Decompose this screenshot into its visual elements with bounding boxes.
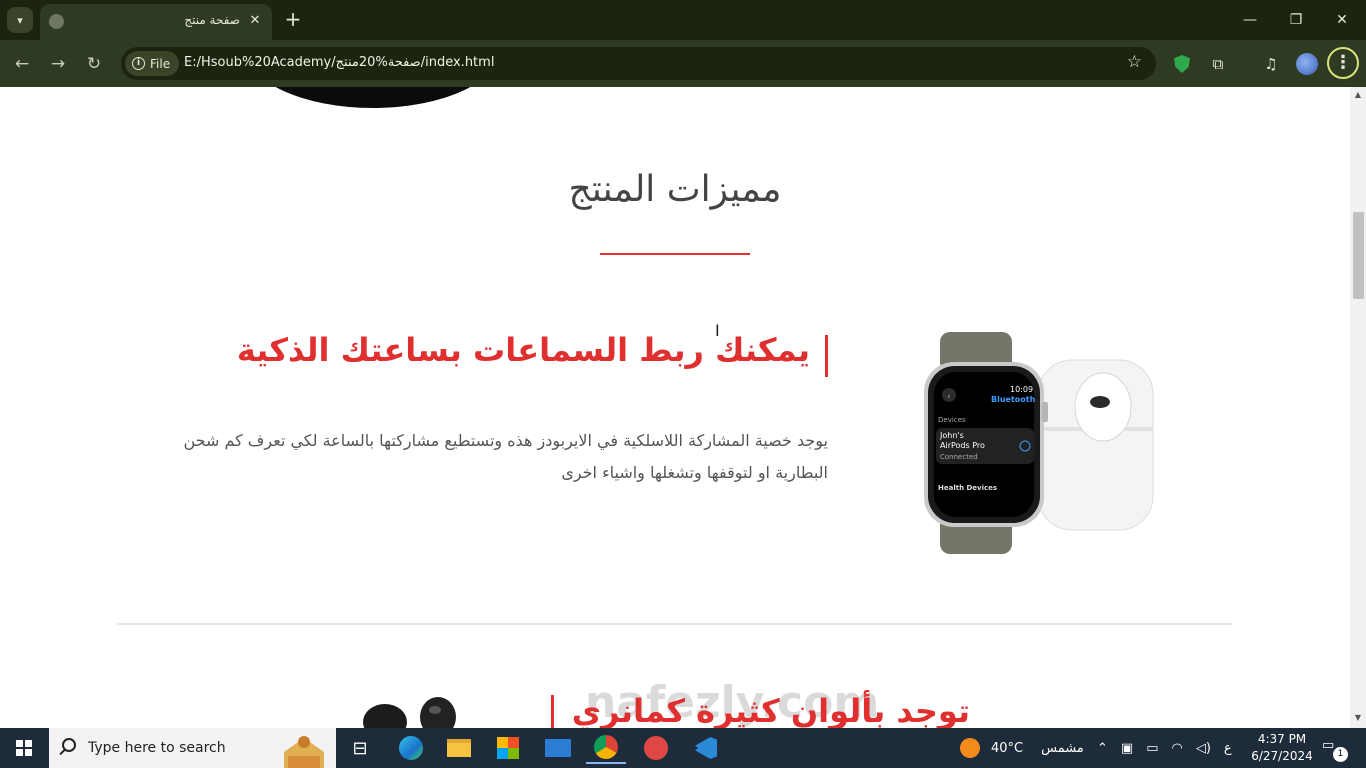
search-highlight-image bbox=[276, 730, 332, 768]
feature-accent-bar bbox=[825, 335, 828, 377]
scroll-thumb[interactable] bbox=[1353, 212, 1364, 299]
profile-button[interactable] bbox=[1295, 52, 1319, 76]
text-cursor-icon: I bbox=[715, 321, 720, 340]
globe-icon bbox=[49, 14, 64, 29]
product-image-bottom bbox=[244, 87, 502, 108]
task-view-button[interactable]: ⊟ bbox=[340, 732, 380, 764]
taskbar: Type here to search ⊟ 40°C مشمس ⌃ ▣ ▭ ◠ … bbox=[0, 728, 1366, 768]
system-tray: ⌃ ▣ ▭ ◠ ◁) ع bbox=[1097, 728, 1232, 768]
title-underline bbox=[600, 253, 750, 255]
watch-section: Devices bbox=[938, 416, 966, 424]
media-control-button[interactable]: ♫ bbox=[1259, 52, 1283, 76]
avatar bbox=[1296, 53, 1318, 75]
watch-title: Bluetooth bbox=[991, 395, 1036, 404]
file-label: File bbox=[150, 56, 171, 71]
weather-desc: مشمس bbox=[1041, 740, 1084, 756]
restore-button[interactable]: ❐ bbox=[1274, 6, 1318, 34]
edge-app[interactable] bbox=[391, 732, 431, 764]
meet-now-icon[interactable]: ▣ bbox=[1121, 741, 1133, 756]
watch-airpods-image: ‹ 10:09 Bluetooth Devices John's AirPods… bbox=[924, 332, 1154, 554]
volume-icon[interactable]: ◁) bbox=[1196, 741, 1211, 756]
address-bar[interactable]: i File E:/Hsoub%20Academy/صفحة%20منتج/in… bbox=[121, 47, 1156, 80]
forward-button[interactable]: → bbox=[44, 50, 72, 78]
tab-title: صفحة منتج bbox=[184, 13, 240, 27]
app-pinned[interactable] bbox=[636, 732, 676, 764]
vscode-app[interactable] bbox=[686, 732, 726, 764]
windows-icon bbox=[16, 740, 32, 756]
app-icon bbox=[644, 736, 668, 760]
new-tab-button[interactable]: + bbox=[282, 8, 304, 30]
close-window-button[interactable]: ✕ bbox=[1320, 6, 1364, 34]
site-info-button[interactable]: i File bbox=[125, 51, 180, 76]
feature-description: يوجد خصية المشاركة اللاسلكية في الايربود… bbox=[183, 431, 828, 482]
feature2-heading: توجد بألوان كثيرة كمانري bbox=[571, 692, 970, 728]
media-icon: ♫ bbox=[1264, 55, 1278, 73]
browser-toolbar: ← → ↻ i File E:/Hsoub%20Academy/صفحة%20م… bbox=[0, 40, 1366, 87]
search-placeholder: Type here to search bbox=[88, 740, 226, 756]
vscode-icon bbox=[695, 737, 717, 759]
mail-app[interactable] bbox=[538, 732, 578, 764]
weather-widget[interactable]: 40°C مشمس bbox=[960, 728, 1084, 768]
watch-section-2: Health Devices bbox=[938, 484, 997, 492]
watch-device-name-2: AirPods Pro bbox=[940, 441, 985, 450]
chrome-app[interactable] bbox=[586, 732, 626, 764]
clock[interactable]: 4:37 PM 6/27/2024 bbox=[1248, 731, 1316, 765]
edge-icon bbox=[399, 736, 423, 760]
search-icon bbox=[62, 738, 76, 752]
clock-time: 4:37 PM bbox=[1257, 732, 1307, 746]
taskbar-search[interactable]: Type here to search bbox=[49, 728, 336, 768]
folder-icon bbox=[447, 739, 471, 757]
tab-close-button[interactable]: ✕ bbox=[246, 12, 264, 30]
tab-active[interactable]: صفحة منتج ✕ bbox=[40, 4, 272, 40]
bookmark-star-icon[interactable]: ☆ bbox=[1127, 52, 1142, 72]
page-scrollbar[interactable]: ▲ ▼ bbox=[1350, 87, 1366, 728]
chrome-menu-button[interactable]: ⋮ bbox=[1327, 47, 1359, 79]
chevron-up-icon[interactable]: ⌃ bbox=[1097, 741, 1108, 756]
watch-device-status: Connected bbox=[940, 453, 978, 461]
sun-icon bbox=[960, 738, 980, 758]
url-text[interactable]: E:/Hsoub%20Academy/صفحة%20منتج/index.htm… bbox=[184, 55, 494, 70]
tab-search-button[interactable]: ▾ bbox=[7, 7, 33, 33]
battery-icon[interactable]: ▭ bbox=[1146, 741, 1158, 756]
earbuds-image bbox=[363, 697, 456, 728]
clock-date: 6/27/2024 bbox=[1251, 749, 1313, 763]
watch-device-name: John's bbox=[939, 431, 964, 440]
start-button[interactable] bbox=[0, 728, 48, 768]
back-button[interactable]: ← bbox=[8, 50, 36, 78]
page-viewport: مميزات المنتج يمكنك ربط السماعات بساعتك … bbox=[0, 87, 1366, 728]
tab-strip: ▾ صفحة منتج ✕ + — ❐ ✕ bbox=[0, 0, 1366, 40]
store-icon bbox=[497, 737, 519, 759]
scroll-up-arrow[interactable]: ▲ bbox=[1353, 90, 1363, 99]
wifi-icon[interactable]: ◠ bbox=[1172, 741, 1183, 756]
language-indicator[interactable]: ع bbox=[1224, 741, 1232, 756]
svg-text:‹: ‹ bbox=[947, 392, 951, 402]
weather-temp: 40°C bbox=[991, 740, 1024, 756]
notification-badge: 1 bbox=[1333, 747, 1348, 762]
watch-time: 10:09 bbox=[1010, 385, 1033, 394]
minimize-button[interactable]: — bbox=[1228, 6, 1272, 34]
info-icon: i bbox=[132, 57, 145, 70]
section-divider bbox=[117, 623, 1232, 625]
store-app[interactable] bbox=[488, 732, 528, 764]
shield-icon bbox=[1174, 55, 1190, 73]
mail-icon bbox=[545, 739, 571, 757]
puzzle-icon: ⧉ bbox=[1212, 55, 1224, 73]
extensions-button[interactable]: ⧉ bbox=[1206, 52, 1230, 76]
scroll-down-arrow[interactable]: ▼ bbox=[1353, 713, 1363, 722]
shield-extension-button[interactable] bbox=[1170, 52, 1194, 76]
chrome-icon bbox=[594, 735, 618, 759]
reload-button[interactable]: ↻ bbox=[80, 50, 108, 78]
file-explorer-app[interactable] bbox=[439, 732, 479, 764]
section-title: مميزات المنتج bbox=[568, 169, 782, 210]
feature2-accent-bar bbox=[551, 695, 554, 728]
